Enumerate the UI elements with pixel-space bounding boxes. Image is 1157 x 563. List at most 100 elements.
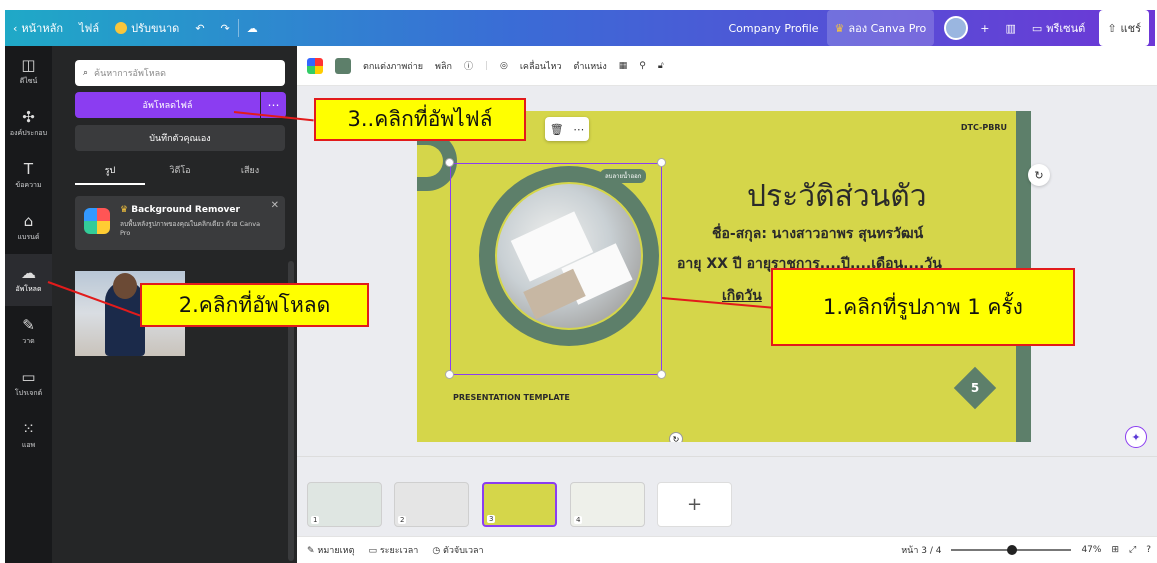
folder-icon: ▭ — [21, 367, 36, 386]
cloud-save-status[interactable]: ☁ — [239, 10, 266, 46]
side-rail: ◫ ดีไซน์ ✣ องค์ประกอบ T ข้อความ ⌂ แบรนด์… — [5, 46, 52, 563]
undo-icon: ↶ — [195, 21, 205, 35]
resize-handle[interactable] — [657, 158, 666, 167]
callout-step1: 1.คลิกที่รูปภาพ 1 ครั้ง — [771, 268, 1075, 346]
redo-button[interactable]: ↷ — [213, 10, 238, 46]
zoom-level[interactable]: 47% — [1081, 545, 1101, 555]
rail-item-uploads[interactable]: ☁ อัพโหลด — [5, 254, 52, 306]
chevron-left-icon: ‹ — [13, 21, 18, 35]
page-thumbnail-selected[interactable]: 3 — [482, 482, 557, 527]
animate-icon: ◎ — [500, 60, 508, 71]
divider: | — [484, 60, 488, 71]
more-dots-icon: ⋯ — [267, 98, 280, 112]
plus-icon: + — [980, 21, 990, 35]
present-icon: ▭ — [1031, 21, 1043, 35]
rail-item-elements[interactable]: ✣ องค์ประกอบ — [5, 98, 52, 150]
page-thumbnail[interactable]: 2 — [394, 482, 469, 527]
record-yourself-button[interactable]: บันทึกตัวคุณเอง — [75, 125, 285, 151]
back-home-button[interactable]: ‹ หน้าหลัก — [5, 10, 71, 46]
watermark-tag[interactable]: ลบลายน้ำออก — [600, 169, 647, 183]
bar-chart-icon: ▥ — [1005, 21, 1016, 35]
timer-icon: ◷ — [432, 546, 444, 556]
page-thumbnail[interactable]: 4 — [570, 482, 645, 527]
apps-grid-icon: ⁙ — [22, 419, 35, 438]
transparency-icon[interactable]: ▦ — [619, 61, 628, 71]
rotate-icon[interactable]: ↻ — [669, 432, 683, 442]
add-collaborator-button[interactable]: + — [972, 10, 997, 46]
notes-button[interactable]: ✎ หมายเหตุ — [307, 543, 354, 557]
share-icon: ⇧ — [1107, 21, 1117, 35]
rail-item-text[interactable]: T ข้อความ — [5, 150, 52, 202]
upload-cloud-icon: ☁ — [21, 263, 36, 282]
background-remover-promo[interactable]: ♛ Background Remover ลบพื้นหลังรูปภาพของ… — [75, 196, 285, 250]
cloud-icon: ☁ — [246, 21, 258, 35]
plus-icon: + — [686, 494, 703, 515]
present-button[interactable]: ▭ พรีเซนต์ — [1024, 10, 1093, 46]
slide-page-number[interactable]: 5 — [960, 373, 990, 403]
resize-handle[interactable] — [657, 370, 666, 379]
slide-name-line[interactable]: ชื่อ-สกุล: นางสาวอาพร สุนทรวัฒน์ — [712, 223, 923, 245]
tab-images[interactable]: รูป — [75, 163, 145, 185]
position-button[interactable]: ตำแหน่ง — [574, 59, 607, 73]
lock-icon[interactable]: 🔓︎ — [658, 61, 664, 71]
callout-step2: 2.คลิกที่อัพโหลด — [140, 283, 369, 327]
file-menu[interactable]: ไฟล์ — [71, 10, 107, 46]
color-palette-icon[interactable] — [307, 57, 323, 74]
crown-icon: ♛ — [120, 205, 132, 215]
brand-icon: ⌂ — [23, 211, 34, 230]
project-name[interactable]: Company Profile — [721, 10, 827, 46]
resize-handle[interactable] — [445, 158, 454, 167]
page-indicator[interactable]: หน้า 3 / 4 — [901, 543, 941, 557]
grid-view-icon[interactable]: ⊞ — [1111, 545, 1119, 555]
share-button[interactable]: ⇧ แชร์ — [1099, 10, 1149, 46]
crown-icon — [115, 22, 128, 34]
resize-button[interactable]: ปรับขนาด — [107, 10, 187, 46]
context-toolbar: ตกแต่งภาพถ่าย พลิก ⓘ | ◎ เคลื่อนไหว ตำแห… — [297, 46, 1157, 86]
duration-icon: ▭ — [368, 546, 380, 556]
tab-audio[interactable]: เสียง — [215, 163, 285, 185]
edit-photo-button[interactable]: ตกแต่งภาพถ่าย — [363, 59, 423, 73]
crown-icon: ♛ — [834, 21, 845, 35]
trash-icon[interactable]: 🗑︎ — [550, 123, 564, 136]
upload-files-button[interactable]: อัพโหลดไฟล์ — [75, 92, 260, 118]
rail-item-projects[interactable]: ▭ โปรเจกต์ — [5, 358, 52, 410]
rail-item-brand[interactable]: ⌂ แบรนด์ — [5, 202, 52, 254]
page-thumbnail[interactable]: 1 — [307, 482, 382, 527]
rail-item-apps[interactable]: ⁙ แอพ — [5, 410, 52, 462]
media-tabs: รูป วิดีโอ เสียง — [75, 163, 285, 185]
refresh-icon[interactable]: ↻ — [1028, 164, 1050, 186]
color-swatch[interactable] — [335, 57, 351, 74]
rail-item-draw[interactable]: ✎ วาด — [5, 306, 52, 358]
search-input[interactable]: ⌕ ค้นหาการอัพโหลด — [75, 60, 285, 86]
resize-handle[interactable] — [445, 370, 454, 379]
background-remover-icon — [84, 208, 110, 234]
undo-button[interactable]: ↶ — [187, 10, 212, 46]
add-page-button[interactable]: + — [657, 482, 732, 527]
rail-item-design[interactable]: ◫ ดีไซน์ — [5, 46, 52, 98]
page-filmstrip: 1 2 3 4 + — [297, 456, 1157, 536]
tab-videos[interactable]: วิดีโอ — [145, 163, 215, 185]
flip-button[interactable]: พลิก — [435, 59, 452, 73]
more-dots-icon[interactable]: ⋯ — [573, 123, 584, 136]
timer-button[interactable]: ◷ ตัวจับเวลา — [432, 543, 483, 557]
insights-button[interactable]: ▥ — [997, 10, 1023, 46]
avatar[interactable] — [944, 16, 969, 40]
help-icon[interactable]: ? — [1146, 545, 1151, 555]
slide-title[interactable]: ประวัติส่วนตัว — [747, 173, 927, 220]
info-icon[interactable]: ⓘ — [464, 59, 473, 72]
close-icon[interactable]: ✕ — [271, 200, 279, 211]
fullscreen-icon[interactable]: ⤢ — [1129, 545, 1136, 555]
slide-footer[interactable]: PRESENTATION TEMPLATE — [453, 393, 570, 402]
try-pro-button[interactable]: ♛ ลอง Canva Pro — [826, 10, 935, 46]
animate-button[interactable]: เคลื่อนไหว — [520, 59, 562, 73]
slide-brand[interactable]: DTC-PBRU — [961, 123, 1007, 132]
callout-step3: 3..คลิกที่อัพไฟล์ — [314, 98, 526, 141]
layout-icon: ◫ — [21, 55, 36, 74]
zoom-slider-knob[interactable] — [1007, 545, 1018, 555]
duration-button[interactable]: ▭ ระยะเวลา — [368, 543, 418, 557]
canva-editor: ‹ หน้าหลัก ไฟล์ ปรับขนาด ↶ ↷ ☁ Company P… — [0, 0, 1157, 563]
paint-format-icon[interactable]: ⚲ — [639, 61, 646, 71]
zoom-slider[interactable] — [951, 545, 1072, 555]
elements-icon: ✣ — [22, 107, 35, 126]
magic-assistant-icon[interactable]: ✦ — [1125, 426, 1147, 448]
